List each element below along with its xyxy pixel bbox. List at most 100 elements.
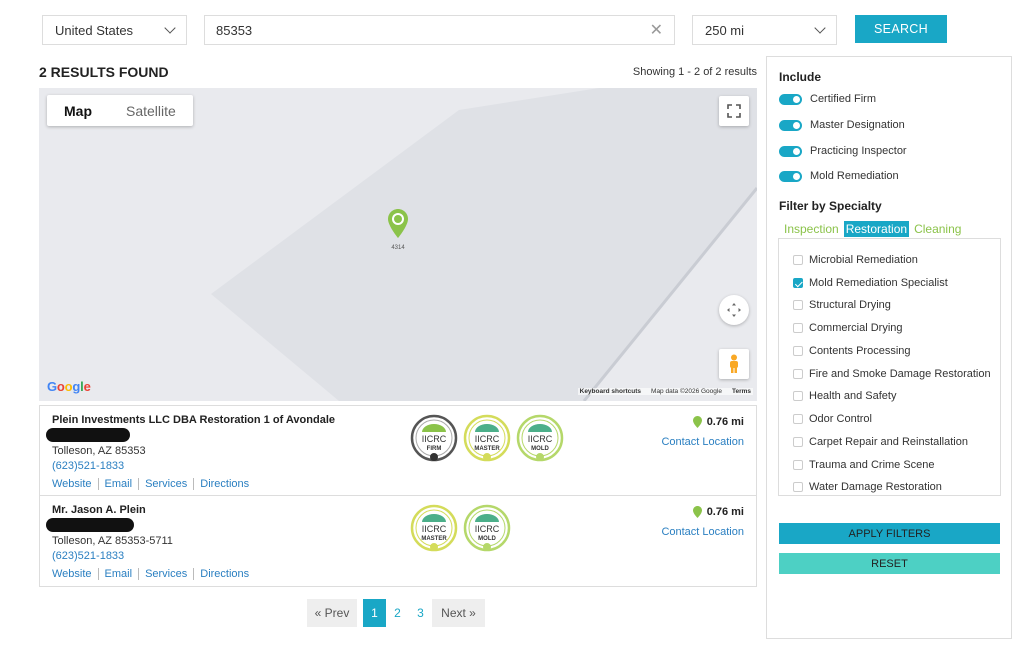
map-tab-satellite[interactable]: Satellite (109, 95, 193, 126)
checkbox-item[interactable]: Health and Safety (793, 390, 896, 402)
checkbox-item[interactable]: Contents Processing (793, 345, 911, 357)
results-count: 2 RESULTS FOUND (39, 64, 169, 80)
badge-label: MASTER (474, 446, 500, 452)
checkbox[interactable] (793, 300, 803, 310)
checkbox[interactable] (793, 346, 803, 356)
checkbox-label: Fire and Smoke Damage Restoration (809, 368, 991, 380)
checkbox[interactable] (793, 437, 803, 447)
result-distance: 0.76 mi (692, 506, 744, 518)
country-select[interactable]: United States (42, 15, 187, 45)
website-link[interactable]: Website (52, 568, 98, 580)
toggle-mold-remediation[interactable]: Mold Remediation (779, 170, 899, 182)
toggle-switch[interactable] (779, 145, 802, 157)
result-links: Website Email Services Directions (52, 478, 255, 490)
checkbox[interactable] (793, 369, 803, 379)
checkbox[interactable] (793, 460, 803, 470)
checkbox-label: Health and Safety (809, 390, 897, 402)
map-data-text: Map data ©2026 Google (651, 388, 722, 395)
checkbox[interactable] (793, 482, 803, 492)
toggle-certified-firm[interactable]: Certified Firm (779, 93, 876, 105)
zip-input[interactable]: 85353 ✕ (204, 15, 675, 45)
checkbox-label: Microbial Remediation (809, 254, 918, 266)
terms-link[interactable]: Terms (732, 388, 751, 395)
directions-link[interactable]: Directions (193, 478, 255, 490)
master-badge-icon: IICRC MASTER (463, 414, 511, 467)
badge-label: MOLD (531, 446, 549, 452)
pagination: « Prev 1 2 3 Next » (307, 599, 485, 627)
tab-inspection[interactable]: Inspection (782, 221, 841, 237)
certification-badges: IICRC MASTER IICRC MOLD (410, 504, 511, 557)
specialty-checklist: Microbial Remediation Mold Remediation S… (778, 238, 1001, 496)
email-link[interactable]: Email (97, 568, 139, 580)
checkbox-item[interactable]: Mold Remediation Specialist (793, 277, 948, 289)
next-page-button[interactable]: Next » (432, 599, 485, 627)
checkbox-item[interactable]: Odor Control (793, 413, 872, 425)
distance-value: 0.76 mi (706, 416, 744, 428)
result-row: Plein Investments LLC DBA Restoration 1 … (40, 406, 756, 496)
toggle-master-designation[interactable]: Master Designation (779, 119, 905, 131)
radius-select-value: 250 mi (705, 22, 745, 38)
services-link[interactable]: Services (138, 568, 193, 580)
checkbox[interactable] (793, 323, 803, 333)
firm-badge-icon: IICRC FIRM (410, 414, 458, 467)
badge-brand-text: IICRC (475, 434, 500, 444)
keyboard-shortcuts-link[interactable]: Keyboard shortcuts (580, 388, 641, 395)
checkbox-item[interactable]: Structural Drying (793, 299, 891, 311)
tab-cleaning[interactable]: Cleaning (912, 221, 963, 237)
map-pin[interactable]: 4314 (387, 208, 409, 251)
pan-control-icon[interactable] (719, 295, 749, 325)
map[interactable]: Map Satellite 4314 Google Keyboard short… (39, 88, 757, 401)
toggle-label: Master Designation (810, 119, 905, 131)
checkbox[interactable] (793, 391, 803, 401)
checkbox-item[interactable]: Fire and Smoke Damage Restoration (793, 368, 991, 380)
contact-location-link[interactable]: Contact Location (661, 526, 744, 538)
map-type-toggle: Map Satellite (47, 95, 193, 126)
radius-select[interactable]: 250 mi (692, 15, 837, 45)
results-list: Plein Investments LLC DBA Restoration 1 … (39, 405, 757, 587)
toggle-switch[interactable] (779, 170, 802, 182)
search-button[interactable]: SEARCH (855, 15, 947, 43)
checkbox-label: Trauma and Crime Scene (809, 459, 935, 471)
include-heading: Include (779, 70, 822, 84)
result-city: Tolleson, AZ 85353 (52, 445, 146, 457)
street-view-icon[interactable] (719, 349, 749, 379)
page-1-button[interactable]: 1 (363, 599, 386, 627)
apply-filters-button[interactable]: APPLY FILTERS (779, 523, 1000, 544)
directions-link[interactable]: Directions (193, 568, 255, 580)
result-phone[interactable]: (623)521-1833 (52, 550, 124, 562)
email-link[interactable]: Email (97, 478, 139, 490)
fullscreen-icon[interactable] (719, 96, 749, 126)
checkbox-item[interactable]: Microbial Remediation (793, 254, 918, 266)
page-2-button[interactable]: 2 (386, 599, 409, 627)
specialty-heading: Filter by Specialty (779, 199, 882, 213)
mold-badge-icon: IICRC MOLD (516, 414, 564, 467)
checkbox[interactable] (793, 278, 803, 288)
clear-icon[interactable]: ✕ (650, 20, 663, 40)
certification-badges: IICRC FIRM IICRC MASTER IICRC MOLD (410, 414, 564, 467)
checkbox-item[interactable]: Commercial Drying (793, 322, 903, 334)
checkbox-label: Carpet Repair and Reinstallation (809, 436, 968, 448)
checkbox-item[interactable]: Water Damage Restoration (793, 481, 942, 493)
checkbox-label: Odor Control (809, 413, 872, 425)
result-name: Plein Investments LLC DBA Restoration 1 … (52, 414, 335, 426)
checkbox[interactable] (793, 255, 803, 265)
contact-location-link[interactable]: Contact Location (661, 436, 744, 448)
toggle-switch[interactable] (779, 119, 802, 131)
map-tab-map[interactable]: Map (47, 95, 109, 126)
page-3-button[interactable]: 3 (409, 599, 432, 627)
result-phone[interactable]: (623)521-1833 (52, 460, 124, 472)
website-link[interactable]: Website (52, 478, 98, 490)
services-link[interactable]: Services (138, 478, 193, 490)
toggle-practicing-inspector[interactable]: Practicing Inspector (779, 145, 907, 157)
checkbox-item[interactable]: Trauma and Crime Scene (793, 459, 935, 471)
map-footer: Keyboard shortcuts Map data ©2026 Google… (577, 388, 753, 395)
result-city: Tolleson, AZ 85353-5711 (52, 535, 173, 547)
checkbox-item[interactable]: Carpet Repair and Reinstallation (793, 436, 968, 448)
tab-restoration[interactable]: Restoration (843, 221, 910, 237)
checkbox[interactable] (793, 414, 803, 424)
prev-page-button[interactable]: « Prev (307, 599, 357, 627)
reset-button[interactable]: RESET (779, 553, 1000, 574)
checkbox-label: Water Damage Restoration (809, 481, 942, 493)
toggle-switch[interactable] (779, 93, 802, 105)
badge-label: MOLD (478, 536, 496, 542)
